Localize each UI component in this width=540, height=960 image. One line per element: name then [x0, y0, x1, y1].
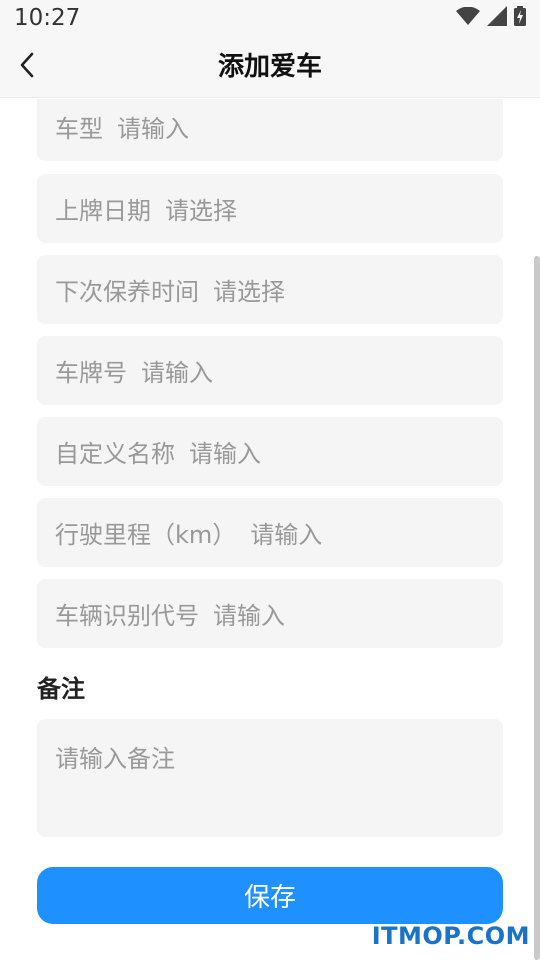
field-label: 自定义名称	[55, 440, 175, 468]
watermark: ITMOP.COM	[371, 922, 530, 950]
save-button[interactable]: 保存	[37, 867, 503, 924]
field-placeholder: 请输入	[250, 521, 323, 549]
status-bar: 10:27	[0, 0, 540, 36]
plate-number-field[interactable]: 车牌号 请输入	[37, 336, 503, 405]
signal-icon	[487, 6, 507, 30]
wifi-icon	[456, 6, 480, 29]
remark-label: 备注	[37, 675, 85, 703]
field-placeholder: 请输入	[189, 440, 261, 468]
battery-charging-icon	[514, 6, 526, 30]
field-label: 车型	[55, 115, 103, 143]
field-label: 车牌号	[55, 359, 127, 387]
field-label: 行驶里程（km）	[55, 521, 237, 549]
next-maintenance-field[interactable]: 下次保养时间 请选择	[37, 255, 503, 324]
vin-field[interactable]: 车辆识别代号 请输入	[37, 579, 503, 648]
field-placeholder: 请选择	[165, 197, 237, 225]
app-header: 添加爱车	[0, 36, 540, 98]
status-icons	[456, 6, 526, 30]
car-model-field[interactable]: 车型 请输入	[37, 99, 503, 161]
page-title: 添加爱车	[217, 52, 322, 82]
field-placeholder: 请选择	[213, 278, 285, 306]
field-placeholder: 请输入	[117, 115, 189, 143]
registration-date-field[interactable]: 上牌日期 请选择	[37, 174, 503, 243]
status-time: 10:27	[14, 5, 81, 31]
back-button[interactable]	[12, 50, 42, 84]
scrollbar[interactable]	[534, 256, 540, 960]
custom-name-field[interactable]: 自定义名称 请输入	[37, 417, 503, 486]
field-label: 车辆识别代号	[55, 602, 199, 630]
field-placeholder: 请输入	[213, 602, 285, 630]
chevron-left-icon	[19, 52, 35, 82]
remark-textarea[interactable]: 请输入备注	[37, 719, 503, 837]
field-label: 上牌日期	[55, 197, 151, 225]
field-label: 下次保养时间	[55, 278, 199, 306]
form-content[interactable]: 车型 请输入 上牌日期 请选择 下次保养时间 请选择 车牌号 请输入 自定义名称…	[0, 99, 540, 960]
field-placeholder: 请输入	[141, 359, 213, 387]
mileage-field[interactable]: 行驶里程（km） 请输入	[37, 498, 503, 567]
